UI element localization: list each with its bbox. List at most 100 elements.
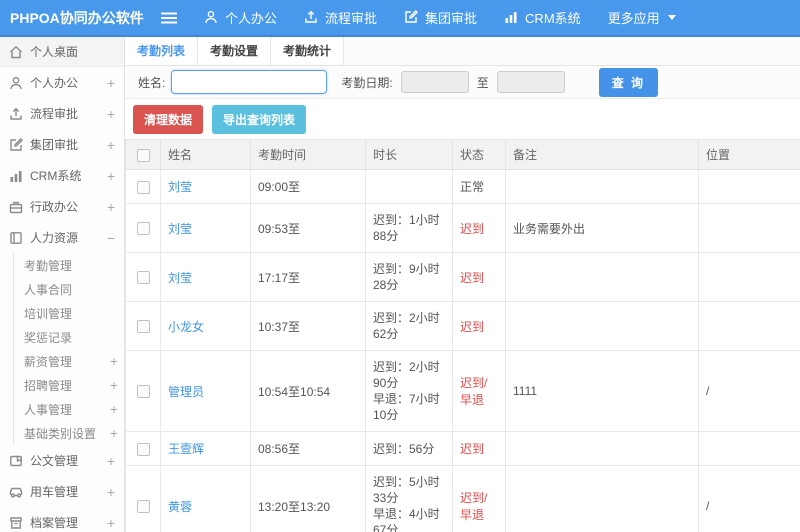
duration-cell: 迟到：1小时88分 [365, 203, 453, 253]
expand-icon[interactable]: + [107, 485, 115, 499]
action-buttons: 清理数据 导出查询列表 [125, 99, 800, 139]
collapse-icon[interactable]: − [107, 231, 115, 245]
nav-item-group-approval[interactable]: 集团审批 [404, 8, 477, 27]
status-badge: 正常 [460, 180, 485, 194]
sidebar-item-archive-management[interactable]: 档案管理 + [0, 507, 124, 532]
location-cell: / [698, 350, 800, 432]
note-cell [505, 465, 699, 532]
sidebar-item-label: 档案管理 [30, 516, 79, 530]
row-checkbox[interactable] [136, 442, 150, 456]
sidebar-item-group-approval[interactable]: 集团审批 + [0, 129, 124, 160]
date-to-input[interactable] [496, 71, 565, 93]
column-header: 状态 [452, 139, 506, 170]
employee-name-link[interactable]: 王壹辉 [168, 442, 204, 456]
expand-icon[interactable]: + [107, 516, 115, 530]
nav-item-crm-system[interactable]: CRM系统 [504, 8, 581, 27]
car-icon [9, 485, 23, 499]
employee-name-link[interactable]: 刘莹 [168, 180, 192, 194]
employee-name-link[interactable]: 管理员 [168, 385, 204, 399]
nav-item-label: 更多应用 [607, 11, 660, 26]
sidebar-subitem-reward-punishment-record[interactable]: 奖惩记录 [14, 325, 124, 349]
column-header: 姓名 [160, 139, 251, 170]
status-badge: 迟到/早退 [460, 376, 488, 407]
nav-item-personal-office[interactable]: 个人办公 [204, 8, 277, 27]
sidebar-subitem-training-management[interactable]: 培训管理 [14, 301, 124, 325]
column-header: 备注 [505, 139, 699, 170]
employee-name-link[interactable]: 小龙女 [168, 320, 204, 334]
tab-attendance-stats[interactable]: 考勤统计 [271, 37, 345, 65]
query-button[interactable]: 查 询 [598, 67, 659, 97]
sidebar-subitem-label: 人事管理 [24, 402, 73, 417]
sidebar-subitem-basic-category-settings[interactable]: 基础类别设置 + [14, 421, 124, 445]
sidebar-item-admin-office[interactable]: 行政办公 + [0, 191, 124, 222]
sidebar-subitem-label: 考勤管理 [24, 258, 73, 273]
expand-icon[interactable]: + [110, 426, 118, 440]
sidebar-item-personal-desktop[interactable]: 个人桌面 [0, 37, 124, 67]
expand-icon[interactable]: + [110, 402, 118, 416]
attendance-time-cell: 08:56至 [250, 431, 366, 466]
status-cell: 迟到/早退 [452, 350, 506, 432]
note-cell [505, 169, 699, 204]
sidebar-subitem-salary-management[interactable]: 薪资管理 + [14, 349, 124, 373]
row-checkbox[interactable] [136, 180, 150, 194]
sidebar-subitem-recruitment-management[interactable]: 招聘管理 + [14, 373, 124, 397]
status-badge: 迟到/早退 [460, 491, 488, 522]
date-from-input[interactable] [400, 71, 469, 93]
expand-icon[interactable]: + [107, 107, 115, 121]
sidebar-subitem-personnel-contract[interactable]: 人事合同 [14, 277, 124, 301]
status-cell: 迟到 [452, 431, 506, 466]
employee-name-link[interactable]: 黄蓉 [168, 500, 192, 514]
employee-name-link[interactable]: 刘莹 [168, 271, 192, 285]
nav-item-more-apps[interactable]: 更多应用 [608, 8, 676, 27]
name-input[interactable] [171, 70, 328, 94]
employee-name-link[interactable]: 刘莹 [168, 222, 192, 236]
tab-attendance-list[interactable]: 考勤列表 [125, 37, 199, 65]
expand-icon[interactable]: + [107, 454, 115, 468]
sidebar-item-vehicle-management[interactable]: 用车管理 + [0, 476, 124, 507]
select-all-checkbox[interactable] [136, 148, 150, 162]
duration-cell [365, 169, 453, 204]
expand-icon[interactable]: + [110, 354, 118, 368]
sidebar-item-human-resources[interactable]: 人力资源 − [0, 222, 124, 253]
hamburger-menu-icon[interactable] [158, 7, 180, 29]
app-window: PHPOA协同办公软件 个人办公 流程审批 集团审批 CRM系统 更多应用 个人桌面 个人… [0, 0, 800, 532]
sidebar-item-label: CRM系统 [30, 169, 82, 183]
row-checkbox[interactable] [136, 222, 150, 236]
expand-icon[interactable]: + [107, 138, 115, 152]
sidebar-item-personal-office[interactable]: 个人办公 + [0, 67, 124, 98]
tab-attendance-settings[interactable]: 考勤设置 [198, 37, 272, 65]
expand-icon[interactable]: + [107, 169, 115, 183]
sidebar-item-crm-system[interactable]: CRM系统 + [0, 160, 124, 191]
duration-cell: 迟到：5小时33分 早退：4小时67分 [365, 465, 453, 532]
clear-data-button[interactable]: 清理数据 [133, 104, 204, 134]
sidebar-item-workflow-approval[interactable]: 流程审批 + [0, 98, 124, 129]
table-row: 刘莹 09:00至 正常 [125, 169, 800, 204]
expand-icon[interactable]: + [110, 378, 118, 392]
column-header: 考勤时间 [250, 139, 366, 170]
sidebar-subitem-attendance-management[interactable]: 考勤管理 [14, 253, 124, 277]
attendance-time-cell: 09:00至 [250, 169, 366, 204]
nav-item-workflow-approval[interactable]: 流程审批 [304, 8, 377, 27]
sidebar-item-document-management[interactable]: 公文管理 + [0, 445, 124, 476]
sidebar-subitem-label: 基础类别设置 [24, 426, 97, 441]
sidebar-subitem-personnel-management[interactable]: 人事管理 + [14, 397, 124, 421]
status-cell: 迟到 [452, 301, 506, 351]
export-list-button[interactable]: 导出查询列表 [212, 104, 307, 134]
expand-icon[interactable]: + [107, 200, 115, 214]
content-area: 考勤列表 考勤设置 考勤统计 姓名: 考勤日期: 至 查 询 清理数据 导出查询列表 [125, 37, 800, 532]
chart-icon [504, 10, 519, 25]
row-checkbox[interactable] [136, 320, 150, 334]
workflow-icon [304, 10, 319, 25]
edit-icon [404, 10, 419, 25]
sidebar-item-label: 流程审批 [30, 107, 79, 121]
briefcase-icon [9, 200, 23, 214]
search-form: 姓名: 考勤日期: 至 查 询 [125, 66, 800, 99]
tab-bar: 考勤列表 考勤设置 考勤统计 [125, 37, 800, 66]
status-badge: 迟到 [460, 319, 485, 334]
row-checkbox[interactable] [136, 385, 150, 399]
chart-icon [9, 169, 23, 183]
expand-icon[interactable]: + [107, 76, 115, 90]
row-checkbox[interactable] [136, 500, 150, 514]
user-icon [204, 10, 219, 25]
row-checkbox[interactable] [136, 271, 150, 285]
